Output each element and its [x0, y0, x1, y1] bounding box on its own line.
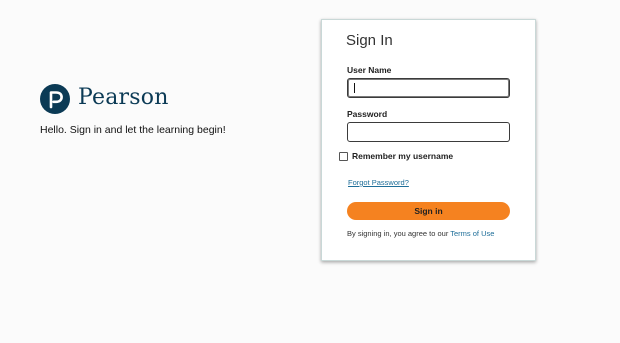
signin-button[interactable]: Sign in [347, 202, 510, 220]
remember-checkbox[interactable] [339, 151, 348, 161]
text-caret [354, 83, 355, 93]
pearson-logo-icon [40, 84, 70, 114]
signin-card: Sign In User Name Password Remember my u… [321, 19, 536, 261]
welcome-tagline: Hello. Sign in and let the learning begi… [40, 124, 226, 136]
signin-title: Sign In [346, 32, 393, 49]
remember-label[interactable]: Remember my username [352, 151, 453, 161]
pearson-brand: Pearson [40, 84, 169, 114]
terms-notice: By signing in, you agree to our Terms of… [347, 229, 494, 238]
terms-prefix: By signing in, you agree to our [347, 229, 449, 238]
forgot-password-link[interactable]: Forgot Password? [348, 178, 409, 187]
remember-username[interactable]: Remember my username [339, 151, 453, 161]
terms-of-use-link[interactable]: Terms of Use [450, 229, 494, 238]
password-input[interactable] [347, 122, 510, 142]
login-page: Pearson Hello. Sign in and let the learn… [0, 0, 620, 343]
username-label: User Name [347, 65, 392, 75]
username-input[interactable] [347, 78, 510, 98]
password-label: Password [347, 109, 388, 119]
brand-name: Pearson [78, 85, 169, 110]
